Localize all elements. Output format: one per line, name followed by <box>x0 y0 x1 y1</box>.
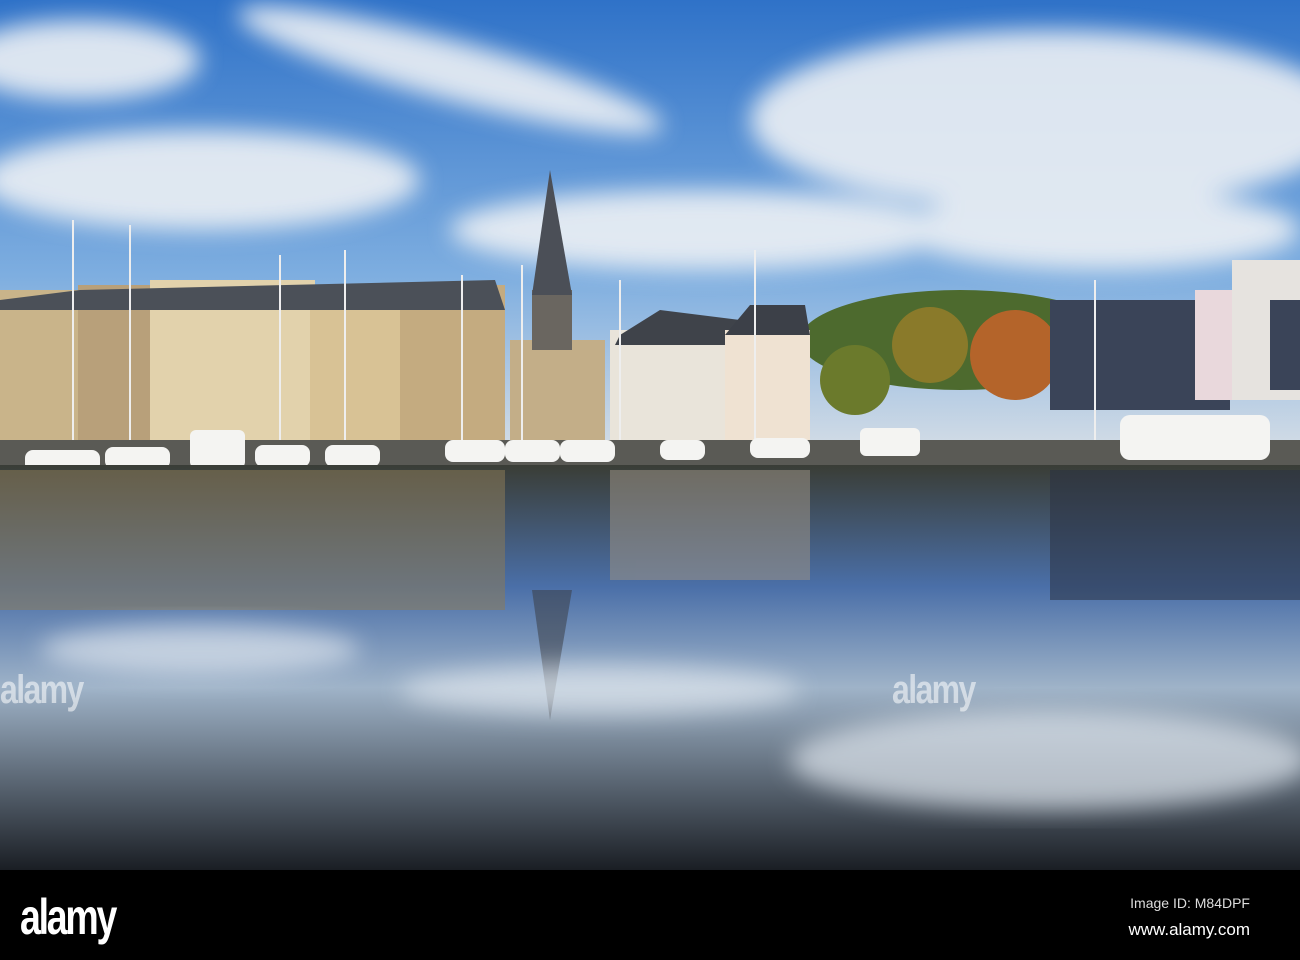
alamy-logo: alamy <box>20 889 117 945</box>
buildings-left <box>0 280 505 440</box>
image-id: Image ID: M84DPF <box>1130 895 1250 911</box>
watermark: alamy <box>0 668 84 712</box>
buildings-center <box>610 305 810 440</box>
website-link: www.alamy.com <box>1128 920 1250 939</box>
watermark: alamy <box>892 668 976 712</box>
harbor-photo <box>0 0 1300 870</box>
footer-bar: alamy Image ID: M84DPF www.alamy.com <box>0 870 1300 960</box>
